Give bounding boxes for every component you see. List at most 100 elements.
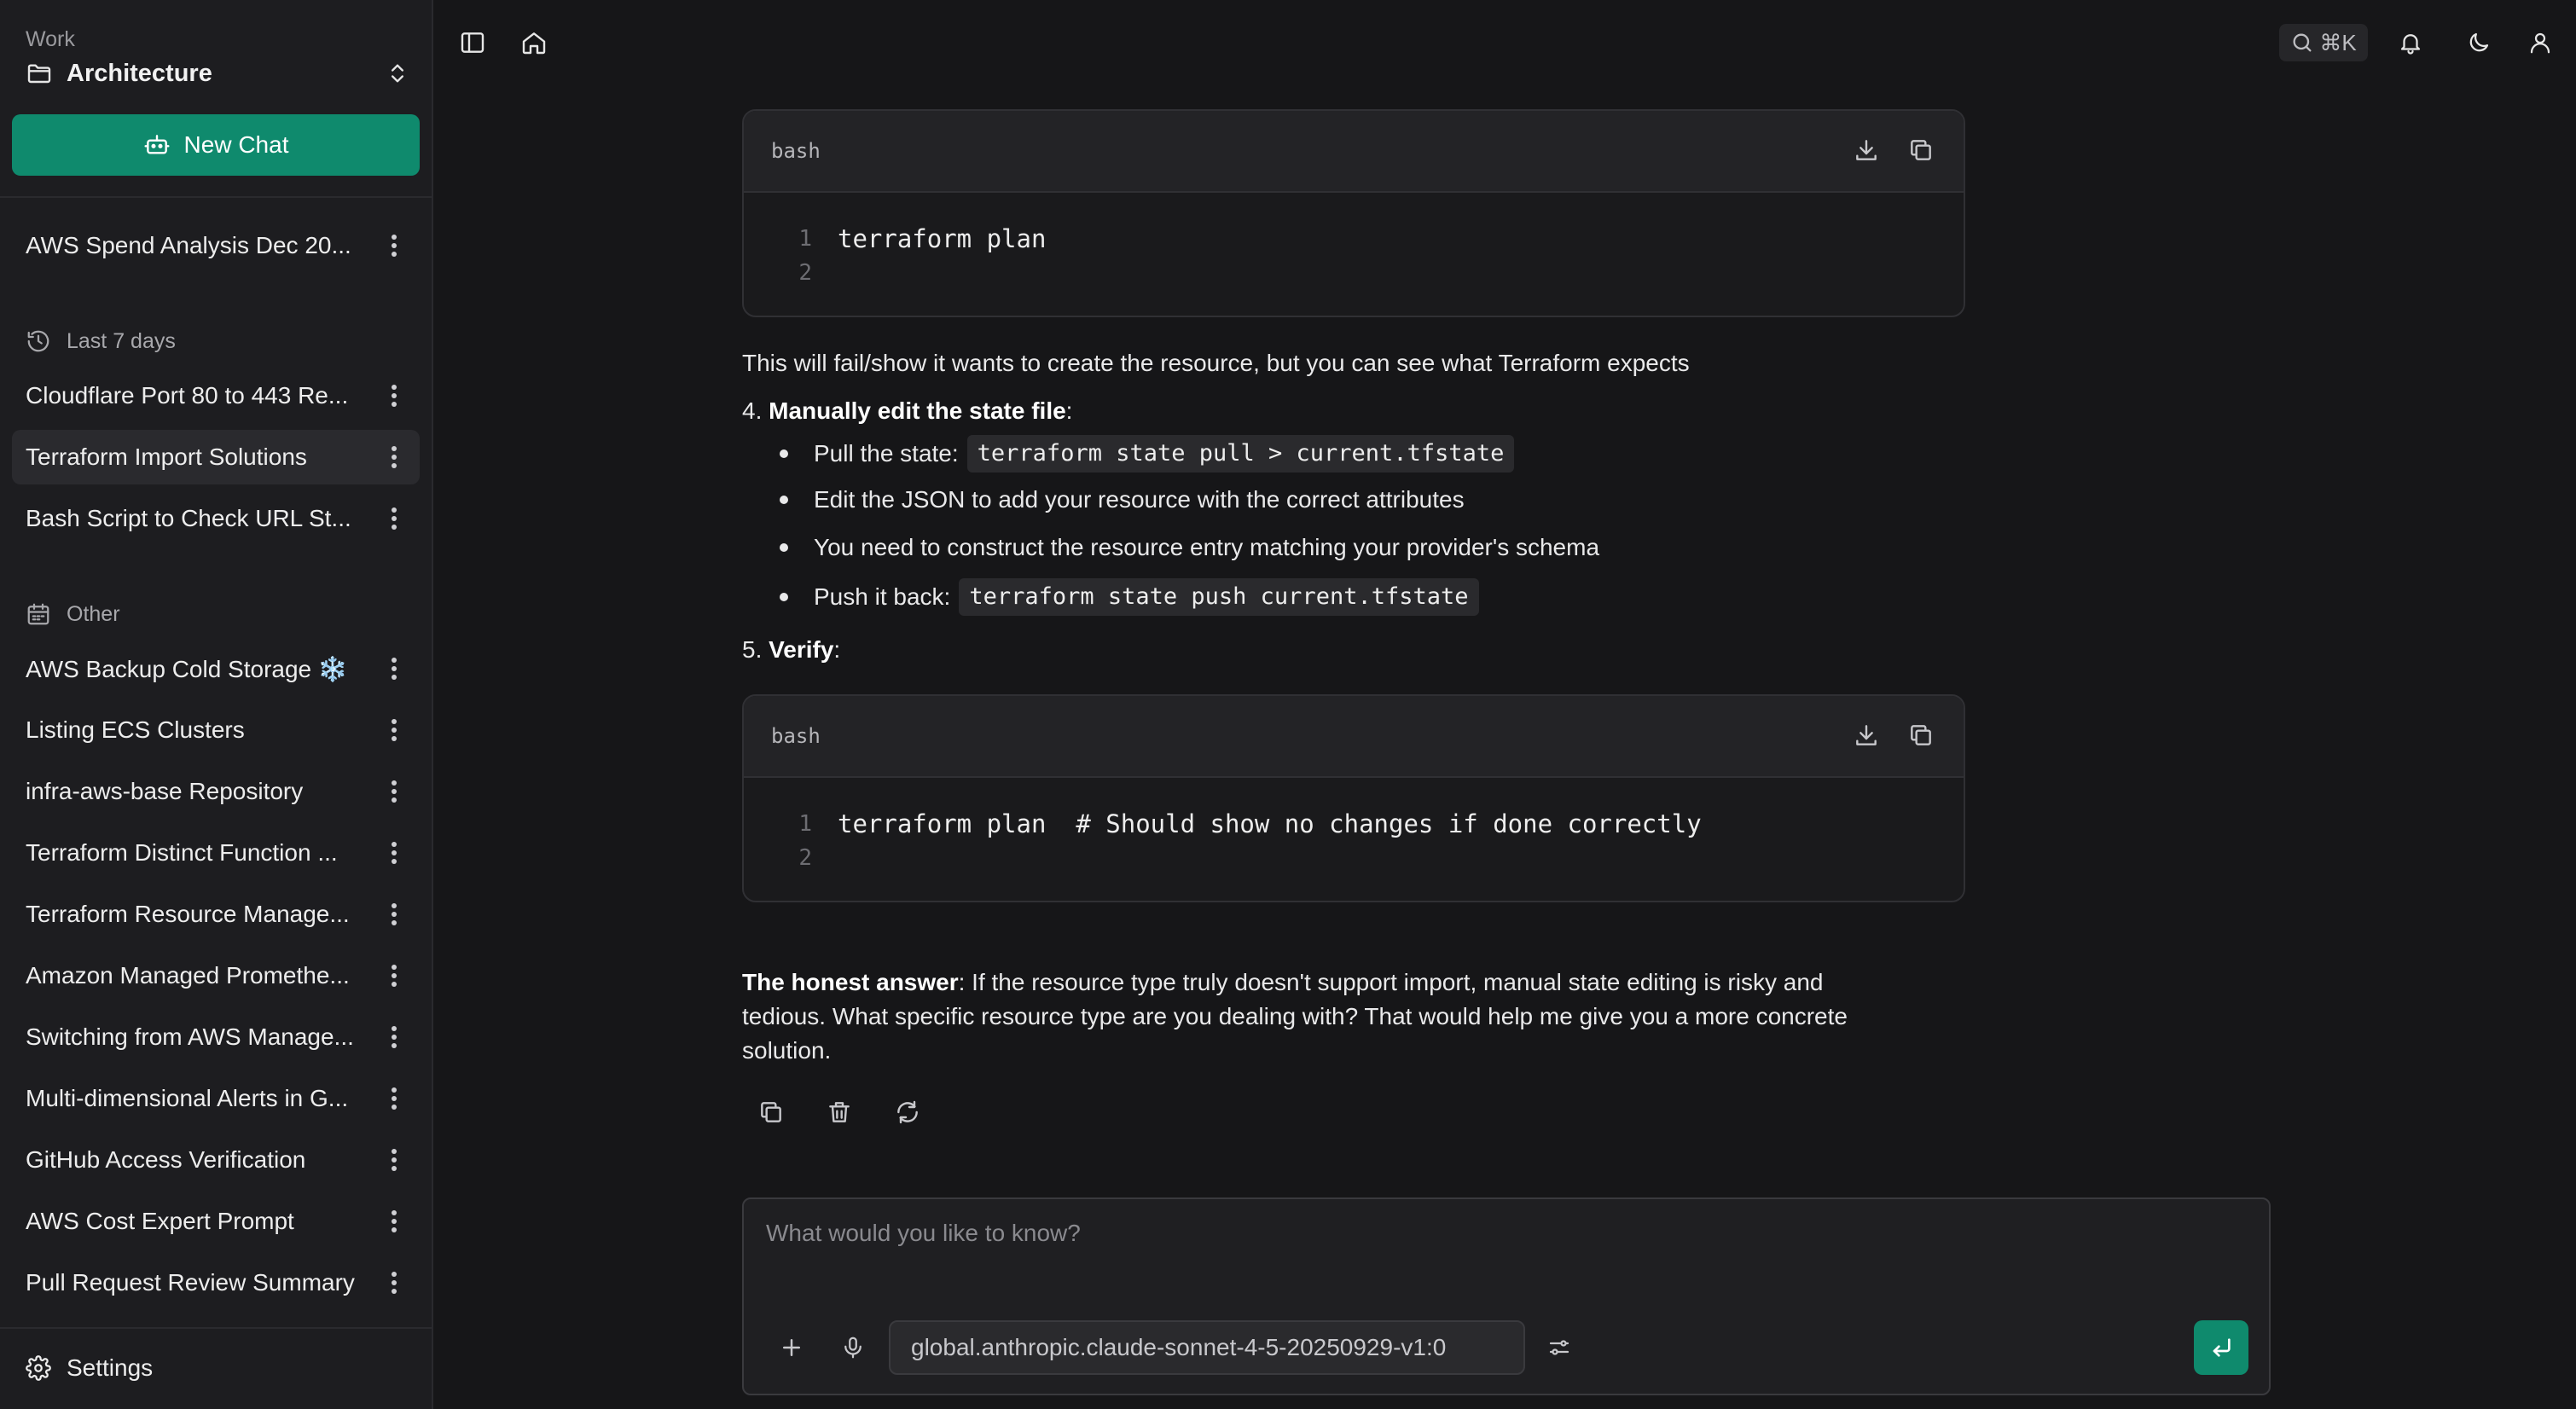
chat-item-title: Terraform Import Solutions [26,444,307,470]
microphone-icon[interactable] [834,1329,872,1366]
list-item: You need to construct the resource entry… [780,531,1599,565]
history-icon [27,330,49,352]
line-number: 1 [798,811,812,837]
more-options-icon[interactable] [377,1081,411,1116]
chat-item-title: Terraform Distinct Function ... [26,839,338,866]
plus-icon[interactable] [773,1329,810,1366]
more-options-icon[interactable] [377,379,411,413]
more-options-icon[interactable] [377,1143,411,1177]
code-language: bash [771,724,821,748]
sidebar-divider [0,1327,433,1329]
section-heading-label: Other [67,601,120,626]
chat-item-title: Bash Script to Check URL St... [26,505,351,531]
copy-icon[interactable] [1904,133,1938,167]
copy-icon[interactable] [1904,718,1938,752]
step-title: Verify [769,636,834,663]
more-options-icon[interactable] [377,897,411,931]
chat-item-infra-aws-base[interactable]: infra-aws-base Repository [12,764,420,819]
bell-icon[interactable] [2393,26,2428,60]
chat-item-title: AWS Spend Analysis Dec 20... [26,232,351,258]
list-item-text: Push it back: [814,583,951,610]
code-block-header: bash [744,696,1964,778]
section-heading-other: Other [26,597,120,631]
sidebar: Work Architecture New Chat AWS Spend Ana… [0,0,433,1409]
more-options-icon[interactable] [377,502,411,536]
chevron-updown-icon [392,64,403,83]
chat-item-terraform-resource[interactable]: Terraform Resource Manage... [12,887,420,942]
inline-code: terraform state pull > current.tfstate [966,435,1515,473]
list-item-text: Pull the state: [814,440,959,467]
chat-item-switching-aws[interactable]: Switching from AWS Manage... [12,1010,420,1064]
chat-item-aws-spend[interactable]: AWS Spend Analysis Dec 20... [12,218,420,273]
message-input[interactable]: What would you like to know? [766,1220,1081,1247]
bullet-dot [780,449,788,458]
bullet-dot [780,496,788,504]
step-number: 4. [742,397,763,424]
chat-item-github-access[interactable]: GitHub Access Verification [12,1133,420,1187]
line-number: 2 [798,260,812,286]
folder-icon [27,64,51,84]
message-composer[interactable]: What would you like to know? global.anth… [742,1197,2271,1395]
code-text: terraform plan [838,224,1047,253]
search-shortcut: ⌘K [2319,29,2357,55]
honest-answer-line: solution. [742,1037,832,1064]
search-button[interactable]: ⌘K [2279,24,2368,61]
chat-item-title: Switching from AWS Manage... [26,1023,354,1050]
bullet-dot [780,543,788,552]
chat-item-bash-script[interactable]: Bash Script to Check URL St... [12,491,420,546]
line-number: 1 [798,226,812,252]
toggle-sidebar-icon[interactable] [455,26,490,60]
list-item: Edit the JSON to add your resource with … [780,483,1465,517]
list-item-text: Edit the JSON to add your resource with … [814,486,1465,513]
more-options-icon[interactable] [377,836,411,870]
step-heading: 5. Verify: [742,633,840,667]
model-selector[interactable]: global.anthropic.claude-sonnet-4-5-20250… [889,1320,1525,1375]
chat-item-aws-backup[interactable]: AWS Backup Cold Storage ❄️ [12,641,420,696]
chat-item-pr-review[interactable]: Pull Request Review Summary [12,1255,420,1310]
chat-item-title: Terraform Resource Manage... [26,901,350,927]
copy-icon[interactable] [754,1095,788,1129]
enter-icon [2213,1338,2231,1357]
chat-item-multi-alerts[interactable]: Multi-dimensional Alerts in G... [12,1071,420,1126]
workspace-selector[interactable]: Architecture [26,56,409,90]
chat-item-aws-cost-expert[interactable]: AWS Cost Expert Prompt [12,1194,420,1249]
download-icon[interactable] [1849,133,1883,167]
more-options-icon[interactable] [377,774,411,809]
honest-answer-text: : If the resource type truly doesn't sup… [958,969,1824,995]
new-chat-label: New Chat [183,131,289,158]
user-icon[interactable] [2523,26,2557,60]
list-item-text: You need to construct the resource entry… [814,534,1600,560]
more-options-icon[interactable] [377,959,411,993]
more-options-icon[interactable] [377,652,411,686]
chat-item-cloudflare[interactable]: Cloudflare Port 80 to 443 Re... [12,368,420,423]
response-paragraph: This will fail/show it wants to create t… [742,350,1690,376]
list-item: Pull the state: terraform state pull > c… [780,435,1515,473]
chat-item-terraform-import[interactable]: Terraform Import Solutions [12,430,420,484]
sliders-icon[interactable] [1540,1329,1578,1366]
more-options-icon[interactable] [377,1020,411,1054]
trash-icon[interactable] [822,1095,856,1129]
download-icon[interactable] [1849,718,1883,752]
code-body: 1 terraform plan 2 [744,193,1964,290]
home-icon[interactable] [517,26,551,60]
chat-item-ecs-clusters[interactable]: Listing ECS Clusters [12,703,420,757]
refresh-icon[interactable] [891,1095,925,1129]
code-language: bash [771,139,821,163]
more-options-icon[interactable] [377,229,411,263]
moon-icon[interactable] [2462,26,2496,60]
bot-icon [143,135,170,154]
chat-item-title: Listing ECS Clusters [26,716,245,743]
code-text: terraform plan # Should show no changes … [838,809,1702,838]
new-chat-button[interactable]: New Chat [12,114,420,176]
chat-item-terraform-distinct[interactable]: Terraform Distinct Function ... [12,826,420,880]
chat-item-amazon-prometheus[interactable]: Amazon Managed Promethe... [12,948,420,1003]
more-options-icon[interactable] [377,1204,411,1238]
chat-item-title: AWS Cost Expert Prompt [26,1208,294,1234]
more-options-icon[interactable] [377,1266,411,1300]
line-number: 2 [798,845,812,871]
more-options-icon[interactable] [377,713,411,747]
step-title: Manually edit the state file [769,397,1066,424]
more-options-icon[interactable] [377,440,411,474]
send-button[interactable] [2194,1320,2248,1375]
settings-button[interactable]: Settings [26,1351,153,1385]
